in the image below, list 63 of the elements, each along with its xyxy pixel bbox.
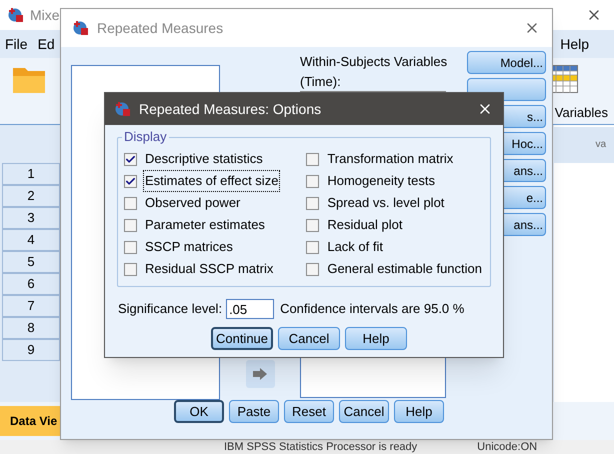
checkbox[interactable] <box>306 174 320 188</box>
dialog-button[interactable]: Help <box>345 327 407 350</box>
column-header: va <box>554 127 614 163</box>
dialog-button[interactable]: Continue <box>211 327 273 350</box>
row-number: 7 <box>2 295 60 317</box>
checkbox-label: Lack of fit <box>326 238 384 256</box>
menu-item[interactable]: File <box>5 34 28 54</box>
status-text: Unicode:ON <box>477 441 538 453</box>
field-label: (Time): <box>300 73 342 91</box>
checkbox[interactable] <box>124 262 137 276</box>
dialog-button[interactable]: Model... <box>467 51 546 74</box>
field-label: Significance level: <box>118 300 222 318</box>
checkbox[interactable] <box>124 218 137 232</box>
row-number: 9 <box>2 339 60 361</box>
checkbox-label: Estimates of effect size <box>143 170 280 192</box>
dialog-button[interactable]: Cancel <box>339 400 389 423</box>
checkbox[interactable] <box>124 174 137 188</box>
dialog-button[interactable]: Help <box>394 400 444 423</box>
checkbox[interactable] <box>124 196 137 210</box>
checkbox-label: Parameter estimates <box>144 216 266 234</box>
checkbox[interactable] <box>306 262 320 276</box>
checkbox-label: Observed power <box>144 194 242 212</box>
dialog-title: Repeated Measures <box>97 18 224 38</box>
confidence-text: Confidence intervals are 95.0 % <box>280 300 464 318</box>
status-text: IBM SPSS Statistics Processor is ready <box>224 441 418 453</box>
row-number: 2 <box>2 185 60 207</box>
group-title: Display <box>122 129 169 145</box>
checkbox[interactable] <box>306 218 320 232</box>
menu-item[interactable]: Help <box>560 34 589 54</box>
window-title: Mixe <box>30 6 60 24</box>
checkbox-label: Transformation matrix <box>326 150 454 168</box>
field-label: Within-Subjects Variables <box>300 53 446 71</box>
checkbox-label: Residual plot <box>326 216 404 234</box>
checkbox-label: Descriptive statistics <box>144 150 264 168</box>
significance-field[interactable]: .05 <box>226 299 274 319</box>
checkbox[interactable] <box>306 152 320 166</box>
dialog-button[interactable]: Paste <box>229 400 279 423</box>
panel-tab[interactable]: Variables <box>554 102 608 122</box>
checkbox-label: SSCP matrices <box>144 238 234 256</box>
checkbox-label: General estimable function <box>326 260 483 278</box>
row-number: 5 <box>2 251 60 273</box>
app-icon <box>115 101 131 117</box>
checkbox[interactable] <box>306 196 320 210</box>
app-icon <box>73 20 89 36</box>
move-button[interactable] <box>246 360 274 388</box>
row-number: 8 <box>2 317 60 339</box>
row-number: 1 <box>2 163 60 185</box>
row-number: 4 <box>2 229 60 251</box>
row-number: 6 <box>2 273 60 295</box>
checkbox[interactable] <box>124 152 137 166</box>
app-icon <box>8 7 24 23</box>
dialog-button[interactable]: Cancel <box>278 327 340 350</box>
checkbox-label: Homogeneity tests <box>326 172 436 190</box>
row-number: 3 <box>2 207 60 229</box>
checkbox[interactable] <box>306 240 320 254</box>
dialog-button[interactable]: Reset <box>284 400 334 423</box>
dialog-title: Repeated Measures: Options <box>139 100 322 119</box>
dialog-button[interactable]: OK <box>174 400 224 423</box>
checkbox-label: Spread vs. level plot <box>326 194 446 212</box>
arrow-icon <box>253 368 267 380</box>
menu-item[interactable]: Ed <box>38 34 55 54</box>
checkbox-label: Residual SSCP matrix <box>144 260 274 278</box>
checkbox[interactable] <box>124 240 137 254</box>
